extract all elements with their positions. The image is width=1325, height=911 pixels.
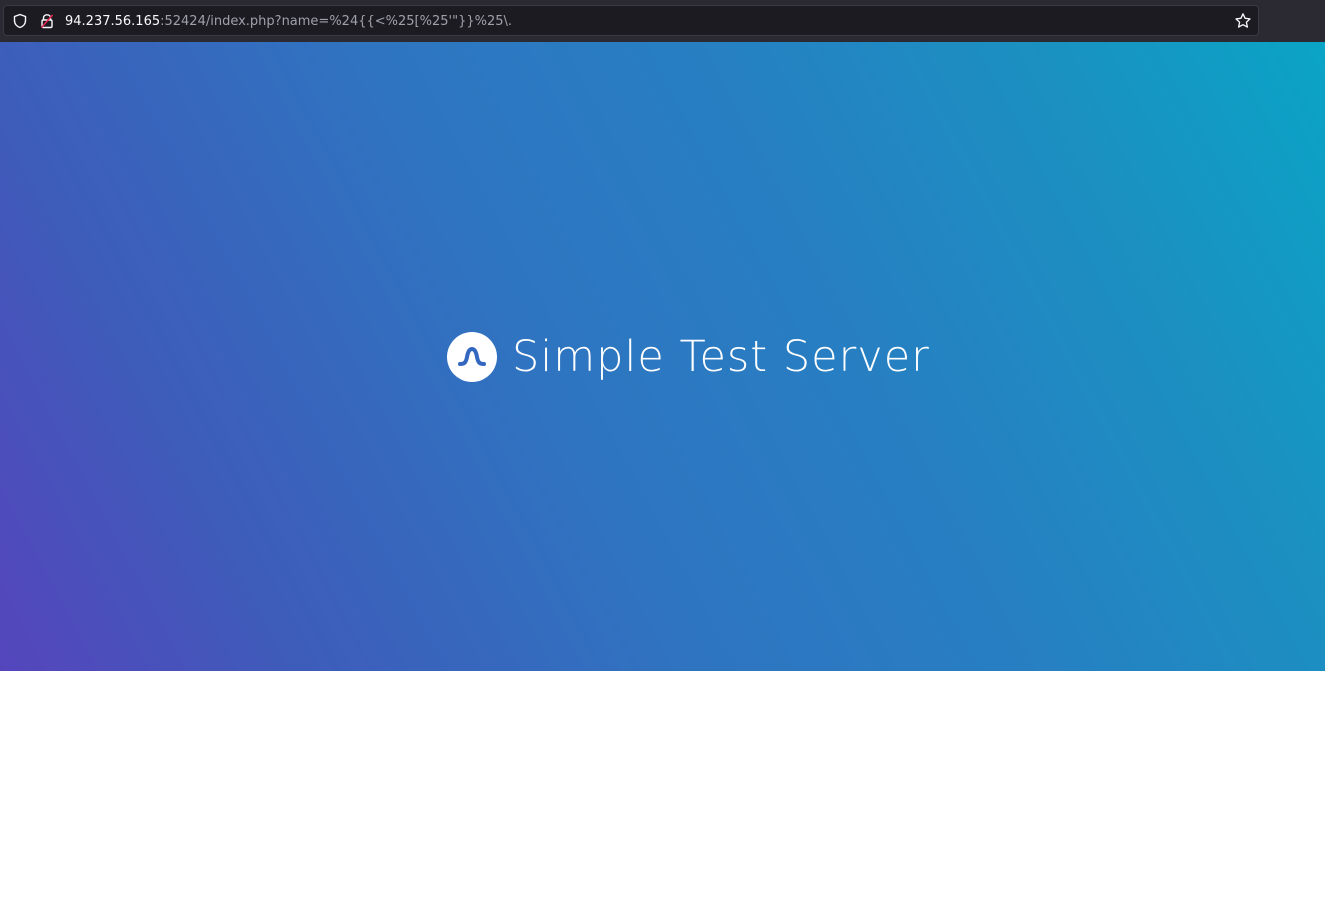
- hero-banner: Simple Test Server: [0, 42, 1325, 671]
- address-bar[interactable]: 94.237.56.165:52424/index.php?name=%24{{…: [3, 5, 1259, 36]
- star-icon[interactable]: [1234, 12, 1252, 30]
- wave-logo-icon: [447, 332, 497, 382]
- wave-mark-icon: [458, 347, 486, 366]
- page-title: Simple Test Server: [512, 332, 930, 382]
- url-host: 94.237.56.165: [65, 14, 161, 29]
- url-text[interactable]: 94.237.56.165:52424/index.php?name=%24{{…: [65, 6, 512, 37]
- lock-icon[interactable]: [39, 13, 55, 29]
- url-path: :52424/index.php?name=%24{{<%25[%25'"}}%…: [160, 14, 513, 29]
- brand: Simple Test Server: [447, 331, 930, 383]
- shield-icon[interactable]: [12, 13, 28, 29]
- browser-toolbar: 94.237.56.165:52424/index.php?name=%24{{…: [0, 0, 1325, 42]
